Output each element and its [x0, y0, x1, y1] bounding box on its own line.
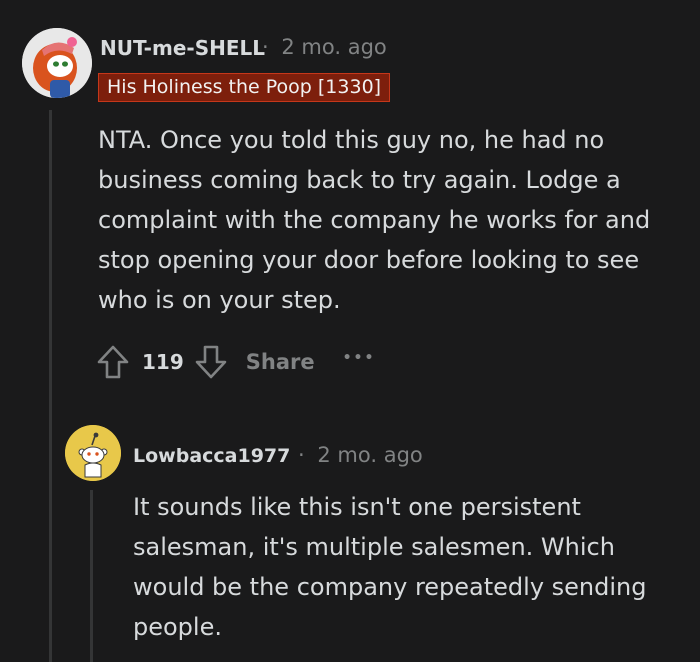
comment-body: NTA. Once you told this guy no, he had n… [98, 126, 651, 314]
comment-meta: · 2 mo. ago [298, 443, 423, 467]
meta-separator: · [298, 443, 305, 467]
downvote-button[interactable] [194, 343, 228, 381]
more-options-button[interactable]: ••• [343, 350, 376, 366]
user-flair: His Holiness the Poop [1330] [98, 73, 391, 102]
comment-action-bar: 119 Share ••• [96, 342, 375, 382]
comment-author[interactable]: NUT-me-SHELL [100, 36, 265, 60]
comment-timestamp[interactable]: 2 mo. ago [317, 443, 422, 467]
thread-line-comment1[interactable] [49, 110, 52, 662]
upvote-button[interactable] [96, 343, 130, 381]
comment-meta: · 2 mo. ago [262, 35, 387, 59]
thread-line-comment2[interactable] [90, 490, 93, 662]
avatar[interactable] [22, 28, 92, 98]
upvote-arrow-icon [97, 345, 129, 379]
avatar[interactable] [65, 425, 121, 481]
vote-score: 119 [142, 350, 184, 374]
downvote-arrow-icon [195, 345, 227, 379]
yellow-snoo-avatar-icon [65, 425, 121, 481]
share-button[interactable]: Share [246, 350, 315, 374]
comment-timestamp[interactable]: 2 mo. ago [281, 35, 386, 59]
meta-separator: · [262, 35, 269, 59]
comment-body: It sounds like this isn't one persistent… [133, 493, 647, 641]
comment-author[interactable]: Lowbacca1977 [133, 445, 290, 467]
redhead-snoo-avatar-icon [22, 28, 92, 98]
